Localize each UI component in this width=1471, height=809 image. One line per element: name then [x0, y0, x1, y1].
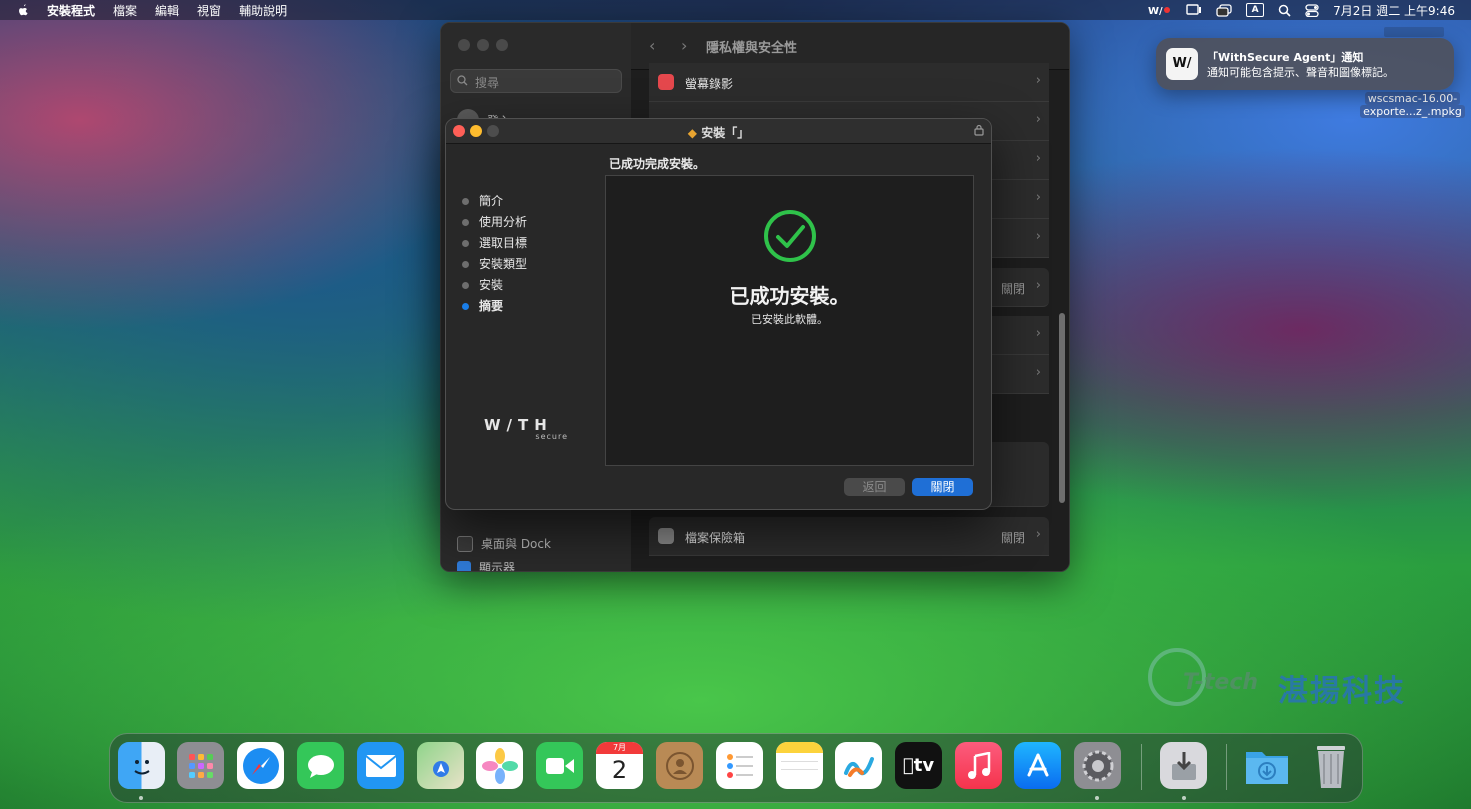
- installer-app-icon[interactable]: [1160, 742, 1207, 789]
- menu-bar: 安裝程式 檔案 編輯 視窗 輔助說明 W/ A 7月2日 週二 上午9:46: [0, 0, 1471, 20]
- chevron-right-icon: ›: [1035, 326, 1041, 341]
- search-icon: [457, 75, 468, 86]
- maps-icon[interactable]: [417, 742, 464, 789]
- package-icon: ◆: [687, 126, 698, 140]
- step-dot: [462, 261, 469, 268]
- menu-window[interactable]: 視窗: [197, 2, 221, 19]
- step-install: 安裝: [462, 278, 527, 299]
- installer-steps: 簡介 使用分析 選取目標 安裝類型 安裝 摘要: [462, 194, 527, 320]
- filevault-icon: [658, 528, 674, 544]
- display-icon: [457, 560, 471, 571]
- withsecure-app-icon: W/: [1166, 48, 1198, 80]
- withsecure-status-icon[interactable]: W/: [1148, 4, 1172, 16]
- sidebar-item-desktop-dock[interactable]: 桌面與 Dock: [457, 535, 551, 552]
- privacy-row-filevault[interactable]: 檔案保險箱 關閉 ›: [649, 517, 1049, 556]
- back-nav-icon[interactable]: ‹: [649, 36, 655, 55]
- dock-separator: [1141, 744, 1142, 790]
- finder-icon[interactable]: [118, 742, 165, 789]
- control-center-icon[interactable]: [1305, 3, 1319, 17]
- menu-clock[interactable]: 7月2日 週二 上午9:46: [1333, 2, 1455, 19]
- mail-icon[interactable]: [357, 742, 404, 789]
- downloads-folder-icon[interactable]: [1243, 742, 1290, 789]
- apple-menu-icon[interactable]: [16, 3, 30, 17]
- apple-tv-icon[interactable]: tv: [895, 742, 942, 789]
- zoom-window-button[interactable]: [496, 39, 508, 51]
- reminders-icon[interactable]: [716, 742, 763, 789]
- close-button[interactable]: 關閉: [912, 478, 973, 496]
- stage-manager-icon[interactable]: [1216, 3, 1232, 17]
- step-summary: 摘要: [462, 299, 527, 320]
- chevron-right-icon: ›: [1035, 229, 1041, 244]
- success-subtitle: 已安裝此軟體。: [751, 313, 828, 326]
- settings-scrollbar[interactable]: [1059, 313, 1065, 503]
- music-icon[interactable]: [955, 742, 1002, 789]
- step-dot: [462, 198, 469, 205]
- installer-title: ◆ 安裝「」: [687, 126, 750, 140]
- installer-summary-panel: 已成功安裝。 已安裝此軟體。: [605, 175, 974, 466]
- privacy-row-screen-recording[interactable]: 螢幕錄影 ›: [649, 63, 1049, 102]
- chevron-right-icon: ›: [1035, 112, 1041, 127]
- menu-help[interactable]: 輔助說明: [239, 2, 287, 19]
- menu-edit[interactable]: 編輯: [155, 2, 179, 19]
- installer-window: ◆ 安裝「」 已成功完成安裝。 簡介 使用分析 選取目標 安裝類型 安裝 摘要 …: [445, 118, 992, 510]
- menu-app-name[interactable]: 安裝程式: [47, 2, 95, 19]
- photos-icon[interactable]: [476, 742, 523, 789]
- page-title: 隱私權與安全性: [706, 41, 798, 56]
- chevron-right-icon: ›: [1035, 365, 1041, 380]
- minimize-window-button[interactable]: [477, 39, 489, 51]
- notification-banner[interactable]: W/ 「WithSecure Agent」通知 通知可能包含提示、聲音和圖像標記…: [1156, 38, 1454, 90]
- chevron-right-icon: ›: [1035, 151, 1041, 166]
- input-source-icon[interactable]: A: [1246, 3, 1265, 17]
- success-title: 已成功安裝。: [729, 284, 850, 308]
- step-dot: [462, 219, 469, 226]
- app-store-icon[interactable]: [1014, 742, 1061, 789]
- installer-heading: 已成功完成安裝。: [609, 157, 706, 171]
- step-install-type: 安裝類型: [462, 257, 527, 278]
- installer-titlebar: ◆ 安裝「」: [446, 119, 991, 144]
- screen-recording-icon: [658, 74, 674, 90]
- brand-watermark: T-tech 湛揚科技: [1148, 648, 1448, 709]
- back-button[interactable]: 返回: [844, 478, 905, 496]
- withsecure-logo: W/TH secure: [484, 416, 568, 441]
- step-analytics: 使用分析: [462, 215, 527, 236]
- close-window-button[interactable]: [458, 39, 470, 51]
- system-settings-icon[interactable]: [1074, 742, 1121, 789]
- safari-icon[interactable]: [237, 742, 284, 789]
- step-destination: 選取目標: [462, 236, 527, 257]
- launchpad-icon[interactable]: [177, 742, 224, 789]
- menu-file[interactable]: 檔案: [113, 2, 137, 19]
- spotlight-search-icon[interactable]: [1278, 4, 1291, 17]
- dock: 7月 2 tv: [109, 733, 1363, 803]
- step-dot: [462, 282, 469, 289]
- freeform-icon[interactable]: [835, 742, 882, 789]
- chevron-right-icon: ›: [1035, 73, 1041, 88]
- step-dot: [462, 240, 469, 247]
- dock-icon: [457, 535, 473, 552]
- success-checkmark-icon: [764, 210, 816, 262]
- svg-text:W/: W/: [1148, 6, 1163, 16]
- lock-icon[interactable]: [974, 124, 984, 136]
- chevron-right-icon: ›: [1035, 190, 1041, 205]
- forward-nav-icon[interactable]: ›: [681, 36, 687, 55]
- step-dot-active: [462, 303, 469, 310]
- desktop-file-label[interactable]: wscsmac-16.00- exporte...z_.mpkg: [1360, 92, 1465, 118]
- chevron-right-icon: ›: [1035, 278, 1041, 293]
- chevron-right-icon: ›: [1035, 527, 1041, 542]
- status-menus: W/ A 7月2日 週二 上午9:46: [1148, 0, 1471, 20]
- notification-body: 通知可能包含提示、聲音和圖像標記。: [1207, 66, 1394, 79]
- sidebar-item-displays[interactable]: 顯示器: [457, 559, 515, 571]
- notification-title: 「WithSecure Agent」通知: [1207, 51, 1364, 64]
- screen-mirroring-icon[interactable]: [1186, 3, 1202, 17]
- package-file-icon[interactable]: [1384, 27, 1444, 37]
- contacts-icon[interactable]: [656, 742, 703, 789]
- notes-icon[interactable]: [776, 742, 823, 789]
- dock-separator: [1226, 744, 1227, 790]
- trash-icon[interactable]: [1307, 742, 1354, 789]
- settings-search-input[interactable]: 搜尋: [450, 69, 622, 93]
- messages-icon[interactable]: [297, 742, 344, 789]
- step-introduction: 簡介: [462, 194, 527, 215]
- calendar-icon[interactable]: 7月 2: [596, 742, 643, 789]
- facetime-icon[interactable]: [536, 742, 583, 789]
